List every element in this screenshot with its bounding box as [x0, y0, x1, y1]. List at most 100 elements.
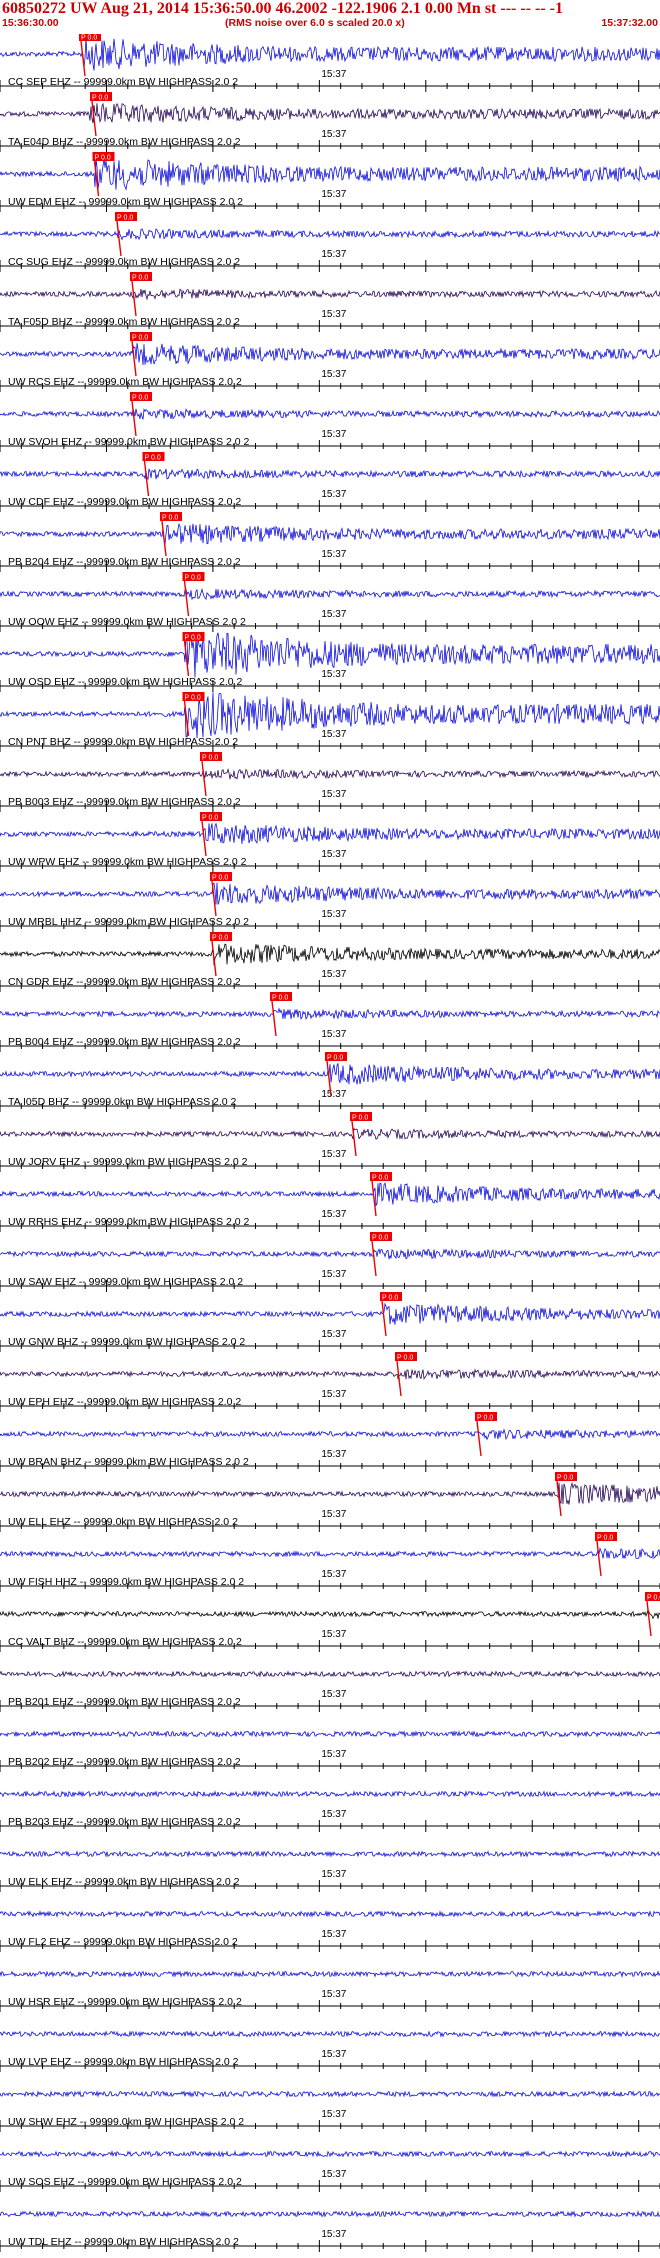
- waveform: [0, 157, 660, 191]
- time-tick-label: 15:37: [321, 849, 346, 860]
- pick-label: P 0.0: [185, 635, 201, 642]
- time-tick-label: 15:37: [321, 2109, 346, 2120]
- trace-row: 15:37 UW OOW EHZ -- 99999.0km BW HIGHPASS…: [0, 572, 660, 632]
- time-tick-label: 15:37: [321, 2049, 346, 2060]
- station-label: UW FL2 EHZ -- 99999.0km BW HIGHPASS 2.0 …: [8, 1936, 238, 1948]
- pick-line: [131, 400, 137, 437]
- waveform: [0, 587, 660, 601]
- waveform: [0, 37, 660, 71]
- pick-line: [201, 820, 207, 857]
- pick-label: P 0.0: [92, 95, 108, 102]
- time-tick-label: 15:37: [321, 1269, 346, 1280]
- time-tick-label: 15:37: [321, 1089, 346, 1100]
- trace-row: 15:37 UW RRHS EHZ -- 99999.0km BW HIGHPAS…: [0, 1172, 660, 1232]
- station-label: UW JORV EHZ -- 99999.0km BW HIGHPASS 2.0…: [8, 1156, 248, 1168]
- trace-row: 15:37 UW CDF EHZ -- 99999.0km BW HIGHPASS…: [0, 452, 660, 512]
- station-label: UW SOS EHZ -- 99999.0km BW HIGHPASS 2.0 …: [8, 2176, 242, 2188]
- waveform: [0, 1302, 660, 1325]
- waveform: [0, 2030, 660, 2038]
- waveform: [0, 2090, 660, 2098]
- pick-label: P 0.0: [81, 35, 97, 42]
- time-tick-label: 15:37: [321, 1449, 346, 1460]
- pick-label: P 0.0: [372, 1175, 388, 1182]
- station-label: UW HSR EHZ -- 99999.0km BW HIGHPASS 2.0 …: [8, 1996, 242, 2008]
- pick-line: [646, 1600, 652, 1637]
- trace-row: 15:37 CC VALT BHZ -- 99999.0km BW HIGHPAS…: [0, 1592, 660, 1652]
- pick-label: P 0.0: [202, 815, 218, 822]
- pick-line: [476, 1420, 482, 1457]
- station-label: UW GNW BHZ -- 99999.0km BW HIGHPASS 2.0 …: [8, 1336, 245, 1348]
- waveform: [0, 1428, 660, 1441]
- time-tick-label: 15:37: [321, 1329, 346, 1340]
- station-label: CC SUG EHZ -- 99999.0km BW HIGHPASS 2.0 …: [8, 256, 240, 268]
- station-label: UW TDL EHZ -- 99999.0km BW HIGHPASS 2.0 …: [8, 2236, 239, 2248]
- waveform: [0, 102, 660, 124]
- pick-label: P 0.0: [117, 215, 133, 222]
- trace-row: 15:37 UW FISH HHZ -- 99999.0km BW HIGHPAS…: [0, 1532, 660, 1592]
- station-label: UW MRBL HHZ -- 99999.0km BW HIGHPASS 2.0…: [8, 916, 249, 928]
- pick-label: P 0.0: [132, 335, 148, 342]
- station-label: CN GDR EHZ -- 99999.0km BW HIGHPASS 2.0 …: [8, 976, 241, 988]
- pick-label: P 0.0: [382, 1295, 398, 1302]
- trace-row: 15:37 TA I05D BHZ -- 99999.0km BW HIGHPAS…: [0, 1052, 660, 1112]
- trace-row: 15:37 UW GNW BHZ -- 99999.0km BW HIGHPASS…: [0, 1292, 660, 1352]
- station-label: UW WPW EHZ -- 99999.0km BW HIGHPASS 2.0 …: [8, 856, 247, 868]
- pick-label: P 0.0: [145, 455, 161, 462]
- trace-row: 15:37 UW HSR EHZ -- 99999.0km BW HIGHPASS…: [0, 1970, 660, 2012]
- station-label: UW OSD EHZ -- 99999.0km BW HIGHPASS 2.0 …: [8, 676, 243, 688]
- waveform: [0, 228, 660, 241]
- time-tick-label: 15:37: [321, 729, 346, 740]
- station-label: UW EDM EHZ -- 99999.0km BW HIGHPASS 2.0 …: [8, 196, 243, 208]
- station-label: PB B003 EHZ -- 99999.0km BW HIGHPASS 2.0…: [8, 796, 241, 808]
- station-label: UW OOW EHZ -- 99999.0km BW HIGHPASS 2.0 …: [8, 616, 246, 628]
- waveform: [0, 943, 660, 966]
- waveform: [0, 1850, 660, 1858]
- time-tick-label: 15:37: [321, 1929, 346, 1940]
- waveform: [0, 1547, 660, 1560]
- waveform: [0, 767, 660, 780]
- time-tick-label: 15:37: [321, 1749, 346, 1760]
- station-label: UW CDF EHZ -- 99999.0km BW HIGHPASS 2.0 …: [8, 496, 241, 508]
- pick-line: [183, 580, 190, 617]
- station-label: CC SEP EHZ -- 99999.0km BW HIGHPASS 2.0 …: [8, 76, 238, 88]
- waveform: [0, 822, 660, 844]
- station-label: UW SAW EHZ -- 99999.0km BW HIGHPASS 2.0 …: [8, 1276, 243, 1288]
- station-label: UW ELL EHZ -- 99999.0km BW HIGHPASS 2.0 …: [8, 1516, 238, 1528]
- trace-row: 15:37 UW ELL EHZ -- 99999.0km BW HIGHPASS…: [0, 1472, 660, 1532]
- time-tick-label: 15:37: [321, 369, 346, 380]
- pick-line: [201, 760, 207, 797]
- station-label: PB B203 EHZ -- 99999.0km BW HIGHPASS 2.0…: [8, 1816, 241, 1828]
- waveform: [0, 1608, 660, 1620]
- trace-row: 15:37 TA F05D BHZ -- 99999.0km BW HIGHPAS…: [0, 272, 660, 332]
- pick-label: P 0.0: [597, 1535, 613, 1542]
- station-label: PB B004 EHZ -- 99999.0km BW HIGHPASS 2.0…: [8, 1036, 241, 1048]
- pick-label: P 0.0: [185, 695, 201, 702]
- waveform: [0, 1481, 660, 1505]
- trace-row: 15:37 UW WPW EHZ -- 99999.0km BW HIGHPASS…: [0, 812, 660, 872]
- time-tick-label: 15:37: [321, 1149, 346, 1160]
- station-label: PB B204 EHZ -- 99999.0km BW HIGHPASS 2.0…: [8, 556, 241, 568]
- trace-row: 15:37 UW SOS EHZ -- 99999.0km BW HIGHPASS…: [0, 2150, 660, 2192]
- time-tick-label: 15:37: [321, 69, 346, 80]
- station-label: CN PNT BHZ -- 99999.0km BW HIGHPASS 2.0 …: [8, 736, 238, 748]
- start-time-label: 15:36:30.00: [2, 17, 59, 29]
- trace-row: 15:37 UW OSD EHZ -- 99999.0km BW HIGHPASS…: [0, 631, 660, 692]
- pick-line: [80, 40, 86, 77]
- trace-row: 15:37 UW BRAN BHZ -- 99999.0km BW HIGHPAS…: [0, 1412, 660, 1472]
- time-tick-label: 15:37: [321, 1989, 346, 2000]
- time-tick-label: 15:37: [321, 249, 346, 260]
- trace-row: 15:37 UW FL2 EHZ -- 99999.0km BW HIGHPASS…: [0, 1910, 660, 1952]
- time-tick-label: 15:37: [321, 1629, 346, 1640]
- plot-header: 60850272 UW Aug 21, 2014 15:36:50.00 46.…: [0, 0, 660, 34]
- station-label: PB B202 EHZ -- 99999.0km BW HIGHPASS 2.0…: [8, 1756, 241, 1768]
- trace-row: 15:37 PB B201 EHZ -- 99999.0km BW HIGHPAS…: [0, 1670, 660, 1712]
- time-tick-label: 15:37: [321, 1029, 346, 1040]
- time-tick-label: 15:37: [321, 309, 346, 320]
- waveform: [0, 1127, 660, 1140]
- waveform: [0, 1670, 660, 1678]
- waveform: [0, 523, 660, 546]
- time-tick-label: 15:37: [321, 189, 346, 200]
- trace-row: 15:37 UW EDM EHZ -- 99999.0km BW HIGHPASS…: [0, 152, 660, 212]
- time-tick-label: 15:37: [321, 489, 346, 500]
- station-label: CC VALT BHZ -- 99999.0km BW HIGHPASS 2.0…: [8, 1636, 242, 1648]
